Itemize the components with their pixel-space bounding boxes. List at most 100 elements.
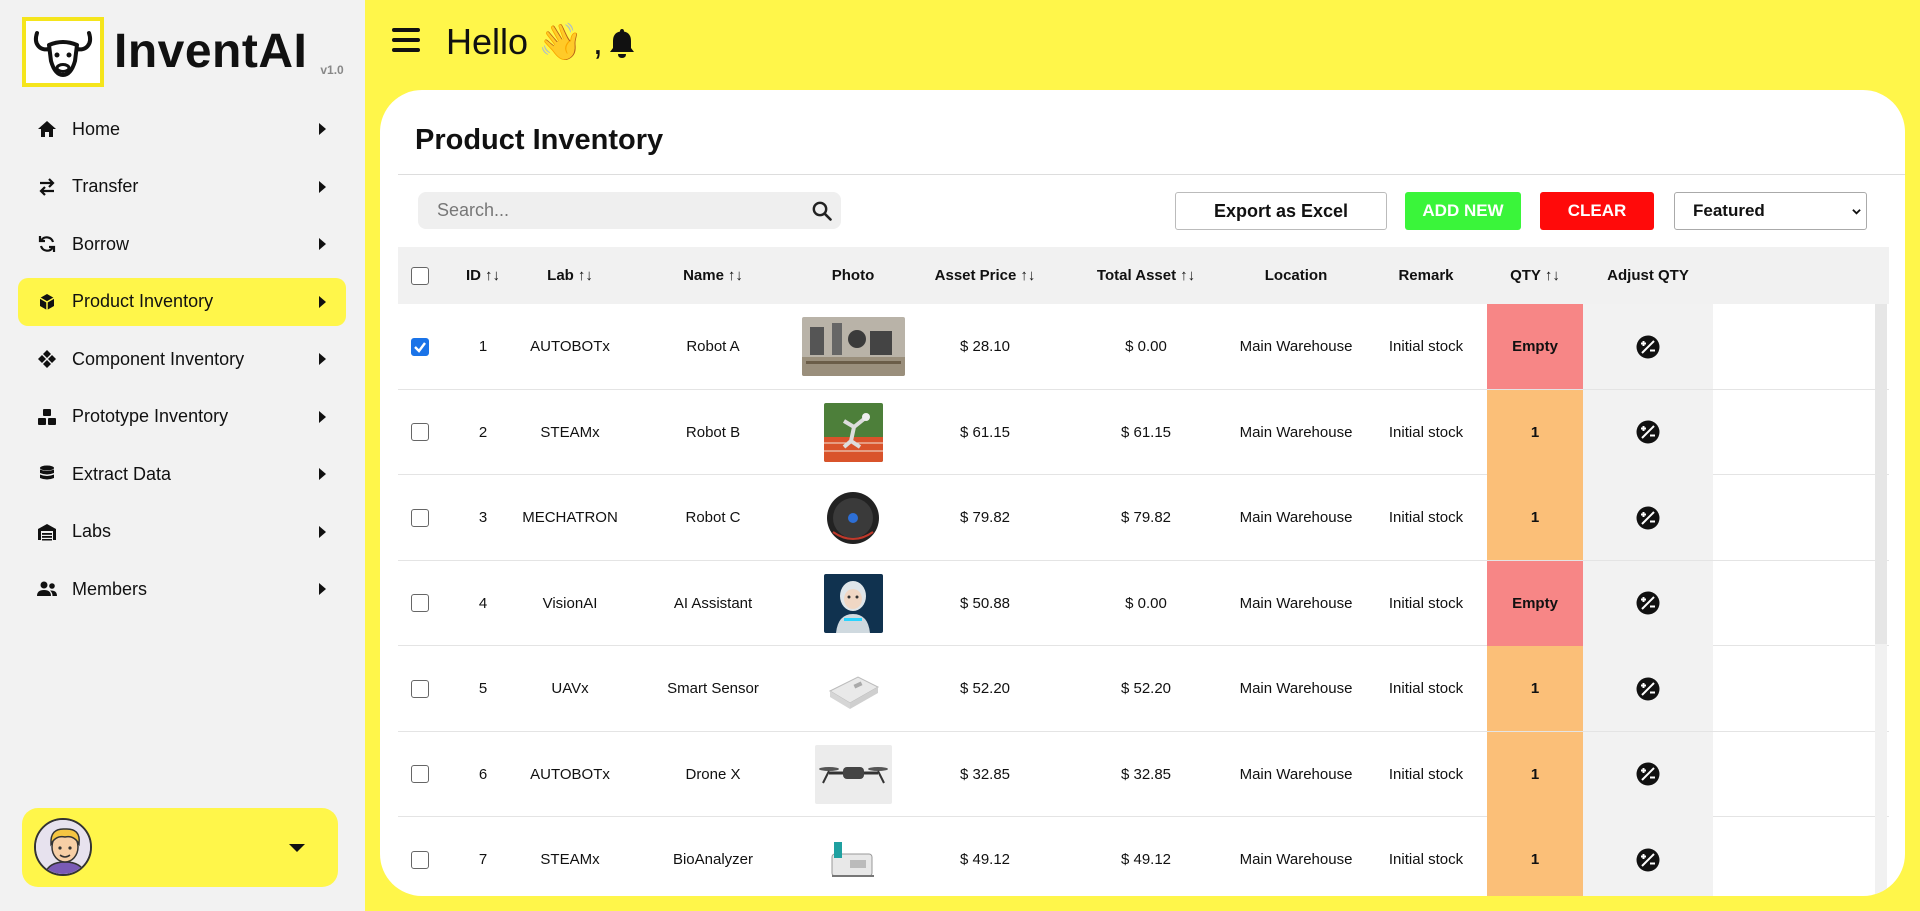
sidebar-item-prototype-inventory[interactable]: Prototype Inventory <box>18 393 346 441</box>
header-qty[interactable]: QTY ↑↓ <box>1487 247 1583 304</box>
sort-arrows-icon: ↑↓ <box>727 267 743 284</box>
cell-qty: 1 <box>1487 475 1583 560</box>
sort-arrows-icon: ↑↓ <box>1544 267 1560 284</box>
sidebar-item-label: Transfer <box>72 176 139 196</box>
sidebar-item-label: Borrow <box>72 233 130 254</box>
table-row[interactable]: 1 AUTOBOTx Robot A $ 28.10 $ 0.00 Main Wareho… <box>398 304 1889 390</box>
adjust-qty-icon[interactable] <box>1635 419 1661 445</box>
row-checkbox[interactable] <box>410 423 429 441</box>
sort-arrows-icon: ↑↓ <box>577 267 593 284</box>
users-icon <box>36 578 58 600</box>
hamburger-menu-button[interactable] <box>392 28 420 56</box>
cell-adjust-qty <box>1583 560 1713 646</box>
menu-bar <box>392 48 420 52</box>
caret-right-icon <box>319 123 326 135</box>
header-asset-price[interactable]: Asset Price ↑↓ <box>908 247 1062 304</box>
product-photo[interactable] <box>823 659 883 718</box>
cell-location: Main Warehouse <box>1239 509 1353 526</box>
search-icon[interactable] <box>812 201 832 221</box>
add-new-button[interactable]: ADD NEW <box>1405 192 1521 230</box>
header-remark: Remark <box>1366 247 1486 304</box>
table-row[interactable]: 4 VisionAI AI Assistant $ 50.88 $ 0.00 Main W… <box>398 560 1889 646</box>
row-checkbox[interactable] <box>410 508 429 527</box>
header-total-asset[interactable]: Total Asset ↑↓ <box>1064 247 1228 304</box>
clear-button[interactable]: CLEAR <box>1540 192 1654 230</box>
scrollbar-thumb[interactable] <box>1875 304 1887 644</box>
cubes-icon <box>36 406 58 428</box>
adjust-qty-icon[interactable] <box>1635 847 1661 873</box>
cell-asset-price: $ 49.12 <box>959 851 1011 868</box>
adjust-qty-icon[interactable] <box>1635 761 1661 787</box>
cell-name: Drone X <box>685 765 741 783</box>
sidebar-item-members[interactable]: Members <box>18 565 346 613</box>
row-checkbox[interactable] <box>410 594 429 612</box>
table-row[interactable]: 5 UAVx Smart Sensor $ 52.20 $ 52.20 Main Ware… <box>398 646 1889 732</box>
header-name[interactable]: Name ↑↓ <box>638 247 788 304</box>
adjust-qty-icon[interactable] <box>1635 676 1661 702</box>
cell-name: Robot B <box>685 423 741 441</box>
sort-arrows-icon: ↑↓ <box>485 267 500 284</box>
bell-icon[interactable] <box>607 27 637 59</box>
cell-asset-price: $ 79.82 <box>959 509 1011 526</box>
adjust-qty-icon[interactable] <box>1635 590 1661 616</box>
cell-id: 1 <box>478 338 488 355</box>
cell-photo <box>793 732 913 817</box>
search-input[interactable] <box>418 192 798 229</box>
row-checkbox[interactable] <box>410 679 429 698</box>
row-checkbox[interactable] <box>410 337 429 356</box>
avatar <box>34 818 92 876</box>
cell-id: 7 <box>478 851 488 868</box>
warehouse-icon <box>36 521 58 543</box>
sidebar-item-transfer[interactable]: Transfer <box>18 163 346 211</box>
product-photo[interactable] <box>823 839 883 880</box>
cell-qty: Empty <box>1487 560 1583 646</box>
cell-qty: 1 <box>1487 731 1583 817</box>
sidebar-item-product-inventory[interactable]: Product Inventory <box>18 277 346 326</box>
product-photo[interactable] <box>814 744 892 804</box>
cell-total-asset: $ 32.85 <box>1120 765 1172 783</box>
database-icon <box>36 463 58 485</box>
product-photo[interactable] <box>823 573 883 633</box>
cell-name: Robot C <box>685 509 741 526</box>
product-photo[interactable] <box>823 488 883 547</box>
cell-asset-price: $ 50.88 <box>959 594 1011 612</box>
cell-asset-price: $ 61.15 <box>959 423 1011 441</box>
export-excel-button[interactable]: Export as Excel <box>1175 192 1387 230</box>
table-row[interactable]: 6 AUTOBOTx Drone X $ 32.85 $ 32.85 Main Wareh… <box>398 731 1889 817</box>
select-all-checkbox[interactable] <box>410 266 429 285</box>
adjust-qty-icon[interactable] <box>1635 505 1661 531</box>
sidebar-item-borrow[interactable]: Borrow <box>18 220 346 268</box>
sidebar-item-home[interactable]: Home <box>18 105 346 153</box>
row-checkbox[interactable] <box>410 765 429 783</box>
table-header: ID ↑↓ Lab ↑↓ Name ↑↓ Photo Asset Price ↑… <box>398 247 1889 304</box>
header-lab[interactable]: Lab ↑↓ <box>510 247 630 304</box>
sidebar: InventAI v1.0 Home Transfer Borrow Produ… <box>0 0 365 911</box>
row-checkbox[interactable] <box>410 850 429 869</box>
cell-id: 2 <box>478 423 488 441</box>
header-location: Location <box>1228 247 1364 304</box>
sort-select[interactable]: Featured <box>1674 192 1867 230</box>
table-row[interactable]: 3 MECHATRON Robot C $ 79.82 $ 79.82 Main Ware… <box>398 475 1889 561</box>
user-menu[interactable] <box>22 808 338 887</box>
cell-asset-price: $ 52.20 <box>959 680 1011 697</box>
sidebar-item-label: Extract Data <box>72 463 172 484</box>
cell-qty: 1 <box>1487 817 1583 896</box>
product-photo[interactable] <box>823 402 883 462</box>
sidebar-item-extract-data[interactable]: Extract Data <box>18 450 346 498</box>
sidebar-item-component-inventory[interactable]: Component Inventory <box>18 335 346 383</box>
sidebar-item-label: Members <box>72 578 148 599</box>
header-photo: Photo <box>793 247 913 304</box>
caret-right-icon <box>319 410 326 423</box>
header-label: Lab <box>547 267 574 284</box>
cell-id: 6 <box>478 765 488 783</box>
cell-photo <box>793 475 913 560</box>
cell-id: 5 <box>478 680 488 697</box>
header-label: Remark <box>1398 267 1454 284</box>
adjust-qty-icon[interactable] <box>1635 334 1661 360</box>
brand-name: InventAI <box>114 25 308 78</box>
header-id[interactable]: ID ↑↓ <box>449 247 517 304</box>
sidebar-item-labs[interactable]: Labs <box>18 508 346 556</box>
table-row[interactable]: 2 STEAMx Robot B $ 61.15 $ 61.15 Main Warehou… <box>398 389 1889 475</box>
product-photo[interactable] <box>801 317 905 376</box>
table-row[interactable]: 7 STEAMx BioAnalyzer $ 49.12 $ 49.12 Main War… <box>398 817 1889 896</box>
